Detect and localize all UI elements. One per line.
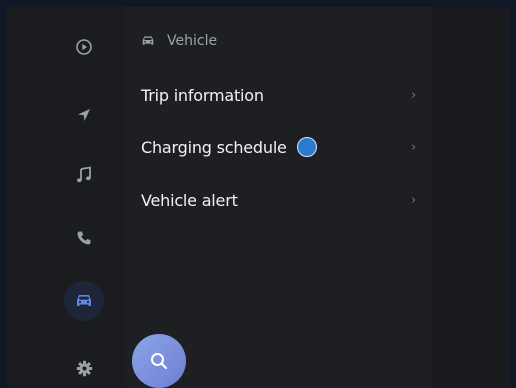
display-bezel: Vehicle Trip information › Charging sche… [0, 0, 516, 388]
phone-icon [77, 231, 91, 245]
search-button[interactable] [132, 334, 186, 388]
car-icon [142, 36, 154, 45]
chevron-right-icon: › [411, 140, 416, 155]
menu-item-charging-schedule[interactable]: Charging schedule › [141, 127, 426, 167]
right-pane [432, 7, 510, 388]
search-icon [151, 353, 168, 370]
sidebar-item-music[interactable] [64, 155, 104, 195]
menu-item-trip-information[interactable]: Trip information › [141, 75, 426, 115]
gear-icon [76, 360, 92, 376]
car-icon [77, 295, 91, 306]
chevron-right-icon: › [411, 193, 416, 208]
menu-item-label: Charging schedule [141, 137, 287, 157]
menu-item-vehicle-alert[interactable]: Vehicle alert › [141, 180, 426, 220]
sidebar-item-media[interactable] [64, 27, 104, 67]
panel-header: Vehicle [141, 31, 217, 51]
music-note-icon [76, 166, 91, 183]
sidebar-item-navigation[interactable] [64, 95, 104, 135]
panel-title: Vehicle [167, 33, 218, 49]
sidebar-item-settings[interactable] [64, 348, 104, 388]
status-indicator-dot [296, 137, 317, 157]
menu-item-label: Trip information [141, 85, 264, 105]
vehicle-menu-panel: Vehicle Trip information › Charging sche… [125, 7, 432, 388]
sidebar-item-vehicle[interactable] [64, 281, 104, 321]
menu-item-label: Vehicle alert [141, 190, 238, 210]
sidebar [7, 7, 125, 388]
infotainment-screen: Vehicle Trip information › Charging sche… [7, 7, 510, 388]
chevron-right-icon: › [411, 88, 416, 103]
navigation-arrow-icon [78, 109, 90, 121]
play-circle-icon [76, 39, 92, 55]
sidebar-item-phone[interactable] [64, 218, 104, 258]
